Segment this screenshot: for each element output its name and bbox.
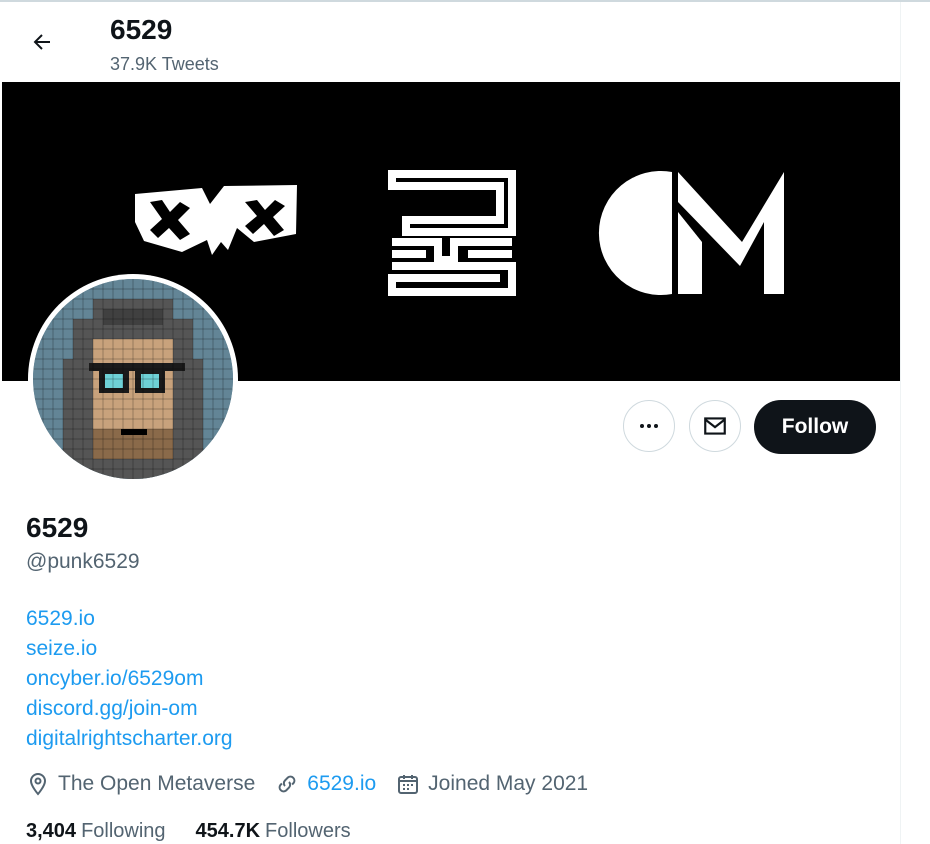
- profile-handle: @punk6529: [26, 550, 140, 573]
- following-count: 3,404: [26, 820, 77, 842]
- profile-name: 6529: [26, 512, 89, 543]
- bio-link[interactable]: oncyber.io/6529om: [26, 664, 233, 694]
- joined-text: Joined May 2021: [428, 772, 589, 795]
- back-button[interactable]: [24, 24, 60, 60]
- followers-stat[interactable]: 454.7K Followers: [196, 820, 351, 843]
- header-title: 6529: [110, 14, 173, 45]
- bio-link[interactable]: digitalrightscharter.org: [26, 724, 233, 754]
- followers-label: Followers: [265, 820, 351, 842]
- link-icon: [278, 775, 296, 793]
- arrow-left-icon: [33, 34, 50, 50]
- envelope-icon: [704, 417, 726, 435]
- header-tweet-count: 37.9K Tweets: [110, 54, 219, 74]
- location-text: The Open Metaverse: [58, 772, 256, 795]
- om-logo: [598, 171, 784, 295]
- profile-stats: 3,404 Following 454.7K Followers: [26, 820, 381, 843]
- follow-button[interactable]: Follow: [754, 400, 876, 454]
- location-item: The Open Metaverse: [26, 772, 255, 796]
- message-button[interactable]: [689, 400, 741, 452]
- profile-meta: The Open Metaverse 6529.io Joined May 20…: [26, 772, 608, 796]
- maze-logo: [388, 170, 516, 296]
- more-dots-icon: [640, 424, 658, 428]
- location-pin-icon: [29, 772, 47, 796]
- profile-avatar[interactable]: [28, 274, 238, 484]
- more-options-button[interactable]: [623, 400, 675, 452]
- xx-logo: [135, 185, 297, 255]
- bio-link[interactable]: discord.gg/join-om: [26, 694, 233, 724]
- website-item[interactable]: 6529.io: [275, 772, 376, 796]
- bio-link[interactable]: 6529.io: [26, 604, 233, 634]
- following-stat[interactable]: 3,404 Following: [26, 820, 166, 843]
- calendar-icon: [398, 775, 419, 794]
- following-label: Following: [81, 820, 166, 842]
- bio-link[interactable]: seize.io: [26, 634, 233, 664]
- profile-column: 6529 37.9K Tweets Follow 6529 @punk6529 …: [0, 2, 901, 844]
- joined-item: Joined May 2021: [396, 772, 588, 796]
- profile-bio: 6529.io seize.io oncyber.io/6529om disco…: [26, 604, 233, 754]
- website-link[interactable]: 6529.io: [307, 772, 376, 796]
- punk-avatar-image: [33, 279, 233, 479]
- followers-count: 454.7K: [195, 820, 261, 842]
